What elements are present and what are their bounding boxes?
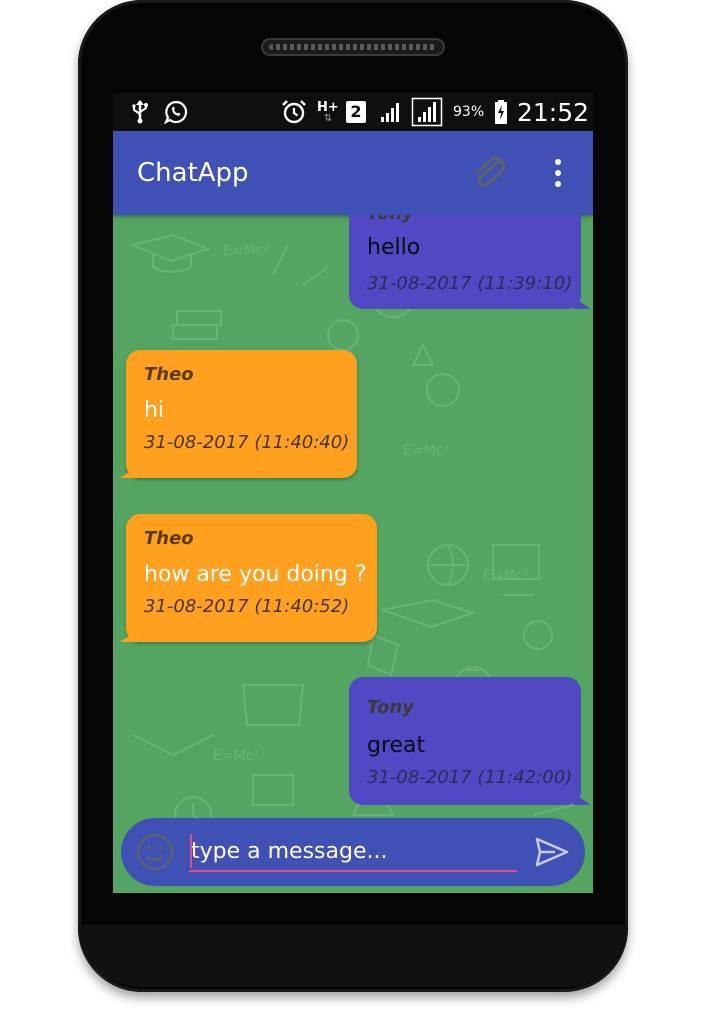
- message-bubble-incoming[interactable]: Theo hi 31-08-2017 (11:40:40): [126, 350, 357, 478]
- bubble-tail: [120, 466, 138, 478]
- data-arrows-icon: ⇅: [323, 112, 333, 124]
- emoji-icon[interactable]: [135, 832, 175, 872]
- status-bar: H+ ⇅ 2 93% 21:52: [113, 93, 593, 131]
- whatsapp-icon: [163, 93, 189, 131]
- send-icon[interactable]: [535, 836, 569, 868]
- attach-icon[interactable]: [468, 152, 512, 196]
- message-timestamp: 31-08-2017 (11:40:52): [144, 596, 350, 617]
- app-title: ChatApp: [137, 158, 249, 188]
- sim-2-icon: 2: [346, 93, 366, 131]
- message-input[interactable]: [189, 832, 517, 872]
- signal-icon: [379, 93, 405, 131]
- message-sender: Tony: [367, 215, 414, 224]
- message-text: how are you doing ?: [144, 562, 367, 587]
- message-timestamp: 31-08-2017 (11:39:10): [367, 273, 573, 294]
- message-text: hello: [367, 235, 421, 260]
- battery-percent: 93%: [453, 104, 485, 120]
- text-cursor: [190, 834, 192, 868]
- battery-charging-icon: [494, 93, 508, 131]
- overflow-menu-icon[interactable]: [543, 155, 573, 191]
- bubble-tail: [573, 793, 591, 805]
- message-timestamp: 31-08-2017 (11:40:40): [144, 432, 350, 453]
- signal-boxed-icon: [411, 93, 443, 131]
- message-composer: [121, 818, 585, 886]
- message-sender: Tony: [367, 697, 414, 718]
- message-bubble-incoming[interactable]: Theo how are you doing ? 31-08-2017 (11:…: [126, 514, 377, 642]
- bubble-tail: [120, 630, 138, 642]
- doodle-formula: E=Mc²: [213, 748, 259, 764]
- phone-chin: [78, 925, 628, 987]
- device-screen: H+ ⇅ 2 93% 21:52 ChatApp E=Mc² E=Mc² E=M…: [113, 93, 593, 893]
- message-sender: Theo: [144, 364, 194, 385]
- bubble-tail: [573, 297, 591, 309]
- message-bubble-outgoing[interactable]: Tony hello 31-08-2017 (11:39:10): [349, 215, 581, 309]
- sim-slot-label: 2: [346, 101, 366, 123]
- message-text: hi: [144, 398, 165, 423]
- usb-icon: [131, 93, 149, 131]
- phone-speaker: [261, 38, 445, 56]
- message-bubble-outgoing[interactable]: Tony great 31-08-2017 (11:42:00): [349, 677, 581, 805]
- message-text: great: [367, 733, 426, 758]
- doodle-formula: E=Mc²: [223, 243, 269, 259]
- doodle-formula: E=Mc²: [403, 443, 449, 459]
- network-h-plus-icon: H+ ⇅: [317, 93, 339, 131]
- network-type-label: H+: [317, 99, 339, 115]
- message-timestamp: 31-08-2017 (11:42:00): [367, 767, 573, 788]
- app-bar: ChatApp: [113, 131, 593, 215]
- message-sender: Theo: [144, 528, 194, 549]
- clock-time: 21:52: [517, 97, 590, 127]
- doodle-formula: E=Mc²: [483, 568, 529, 584]
- chat-area[interactable]: E=Mc² E=Mc² E=Mc² E=Mc² Tony hello 31-08…: [113, 215, 593, 893]
- alarm-icon: [281, 93, 307, 131]
